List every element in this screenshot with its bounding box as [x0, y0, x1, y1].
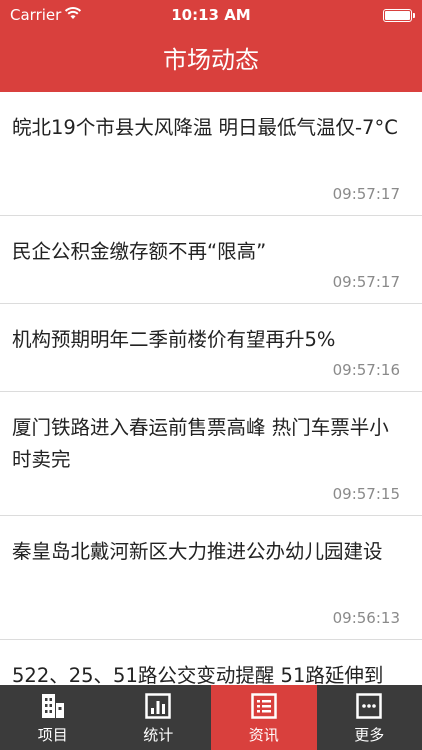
news-item[interactable]: 机构预期明年二季前楼价有望再升5% 09:57:16 [0, 304, 422, 392]
tab-projects[interactable]: 项目 [0, 685, 106, 750]
nav-bar: 市场动态 [0, 40, 422, 92]
news-time: 09:57:17 [332, 273, 400, 291]
news-title: 厦门铁路进入春运前售票高峰 热门车票半小时卖完 [12, 416, 389, 471]
news-title: 民企公积金缴存额不再“限高” [12, 240, 267, 263]
tab-statistics[interactable]: 统计 [106, 685, 212, 750]
news-time: 09:57:16 [332, 361, 400, 379]
tab-bar: 项目 统计 资讯 更多 [0, 685, 422, 750]
status-bar: Carrier 10:13 AM [0, 0, 422, 40]
status-time: 10:13 AM [171, 6, 251, 24]
more-icon [356, 693, 382, 719]
page-title: 市场动态 [163, 46, 259, 74]
tab-news[interactable]: 资讯 [211, 685, 317, 750]
tab-label: 更多 [354, 726, 385, 744]
list-icon [251, 693, 277, 719]
tab-label: 统计 [143, 726, 174, 744]
news-item[interactable]: 厦门铁路进入春运前售票高峰 热门车票半小时卖完 09:57:15 [0, 392, 422, 516]
news-title: 皖北19个市县大风降温 明日最低气温仅-7°C [12, 116, 398, 139]
news-list[interactable]: 皖北19个市县大风降温 明日最低气温仅-7°C 09:57:17 民企公积金缴存… [0, 92, 422, 685]
tab-more[interactable]: 更多 [317, 685, 422, 750]
news-time: 09:56:13 [332, 609, 400, 627]
bar-chart-icon [145, 693, 171, 719]
battery-icon [383, 9, 415, 22]
news-item[interactable]: 秦皇岛北戴河新区大力推进公办幼儿园建设 09:56:13 [0, 516, 422, 640]
news-title: 秦皇岛北戴河新区大力推进公办幼儿园建设 [12, 540, 383, 563]
news-time: 09:57:17 [332, 185, 400, 203]
news-title: 机构预期明年二季前楼价有望再升5% [12, 328, 336, 351]
news-item[interactable]: 民企公积金缴存额不再“限高” 09:57:17 [0, 216, 422, 304]
tab-label: 资讯 [248, 726, 279, 744]
news-item[interactable]: 皖北19个市县大风降温 明日最低气温仅-7°C 09:57:17 [0, 92, 422, 216]
building-icon [41, 694, 64, 718]
tab-label: 项目 [37, 726, 68, 744]
news-title: 522、25、51路公交变动提醒 51路延伸到 [12, 664, 384, 685]
news-item[interactable]: 522、25、51路公交变动提醒 51路延伸到 [0, 640, 422, 685]
news-time: 09:57:15 [332, 485, 400, 503]
